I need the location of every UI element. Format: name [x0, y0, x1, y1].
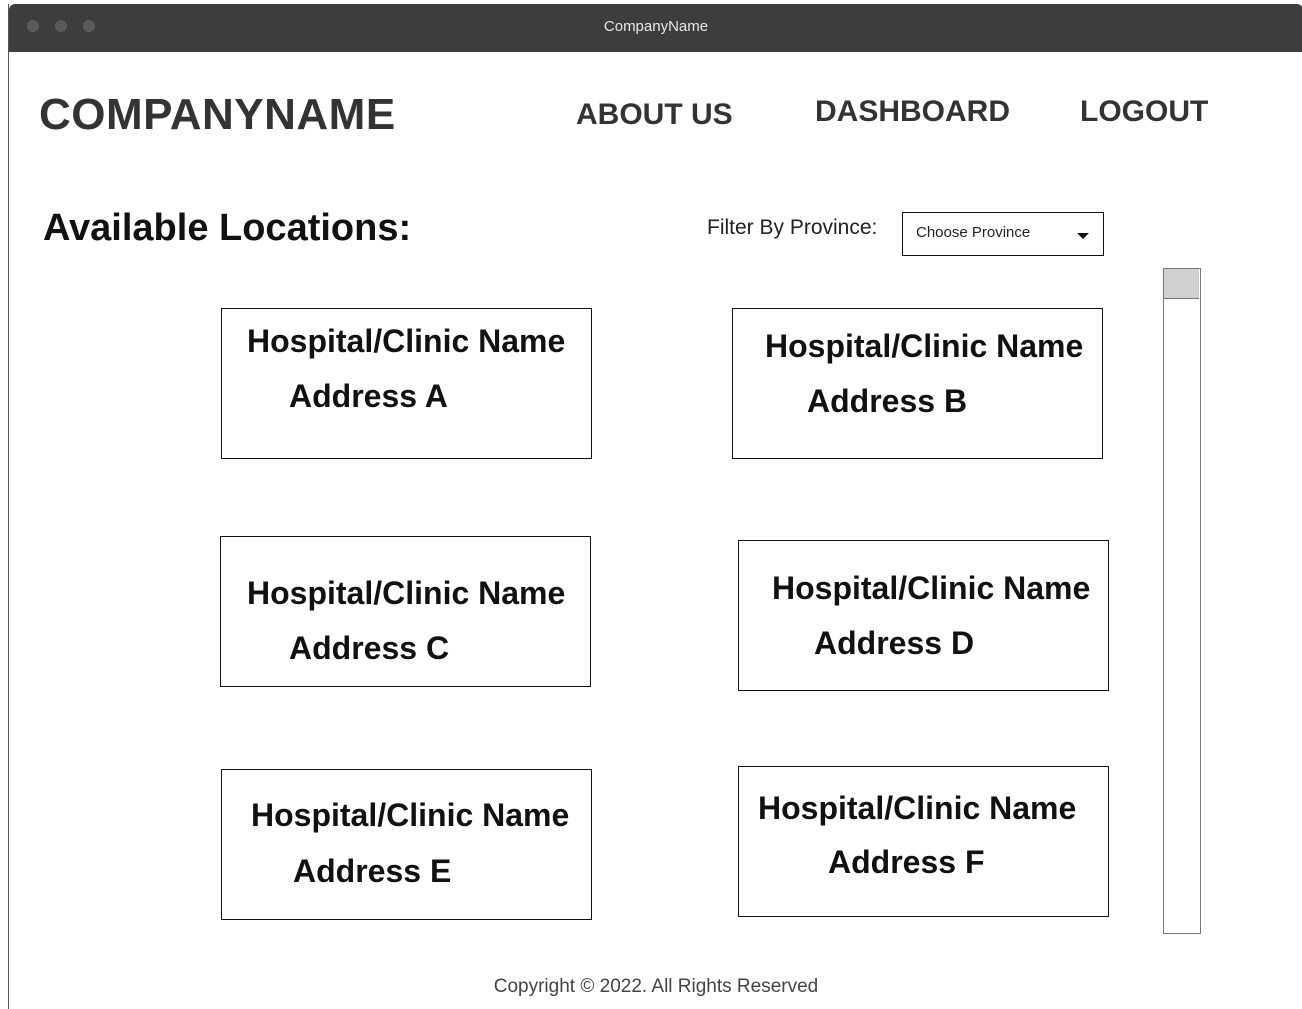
location-name: Hospital/Clinic Name — [251, 797, 570, 833]
location-name: Hospital/Clinic Name — [247, 575, 566, 611]
window-title: CompanyName — [603, 18, 709, 35]
location-address: Address C — [289, 630, 450, 666]
location-card-b[interactable]: Hospital/Clinic Name Address B — [732, 308, 1103, 459]
filter-label: Filter By Province: — [707, 216, 878, 239]
page-title: Available Locations: — [43, 207, 412, 249]
location-card-c[interactable]: Hospital/Clinic Name Address C — [220, 536, 591, 687]
province-select[interactable]: Choose Province — [902, 212, 1104, 256]
chevron-down-icon — [1077, 233, 1089, 239]
locations-scrollbar[interactable] — [1163, 268, 1201, 934]
location-card-a[interactable]: Hospital/Clinic Name Address A — [221, 308, 592, 459]
location-name: Hospital/Clinic Name — [765, 328, 1084, 364]
footer-copyright: Copyright © 2022. All Rights Reserved — [493, 976, 819, 997]
nav-logout[interactable]: LOGOUT — [1080, 95, 1208, 129]
location-card-d[interactable]: Hospital/Clinic Name Address D — [738, 540, 1109, 691]
app-window: CompanyName COMPANYNAME ABOUT US DASHBOA… — [8, 4, 1302, 1009]
nav-about-us[interactable]: ABOUT US — [576, 98, 733, 132]
brand-logo[interactable]: COMPANYNAME — [39, 90, 396, 140]
location-address: Address B — [807, 383, 968, 419]
location-name: Hospital/Clinic Name — [758, 790, 1077, 826]
location-address: Address F — [828, 844, 985, 880]
location-name: Hospital/Clinic Name — [247, 323, 566, 359]
location-address: Address E — [293, 853, 452, 889]
province-select-value: Choose Province — [916, 224, 1031, 241]
location-name: Hospital/Clinic Name — [772, 570, 1091, 606]
location-address: Address D — [814, 625, 975, 661]
window-titlebar: CompanyName — [9, 4, 1302, 52]
location-card-e[interactable]: Hospital/Clinic Name Address E — [221, 769, 592, 920]
nav-dashboard[interactable]: DASHBOARD — [815, 95, 1010, 129]
location-address: Address A — [289, 378, 448, 414]
location-card-f[interactable]: Hospital/Clinic Name Address F — [738, 766, 1109, 917]
scrollbar-thumb[interactable] — [1164, 269, 1199, 299]
